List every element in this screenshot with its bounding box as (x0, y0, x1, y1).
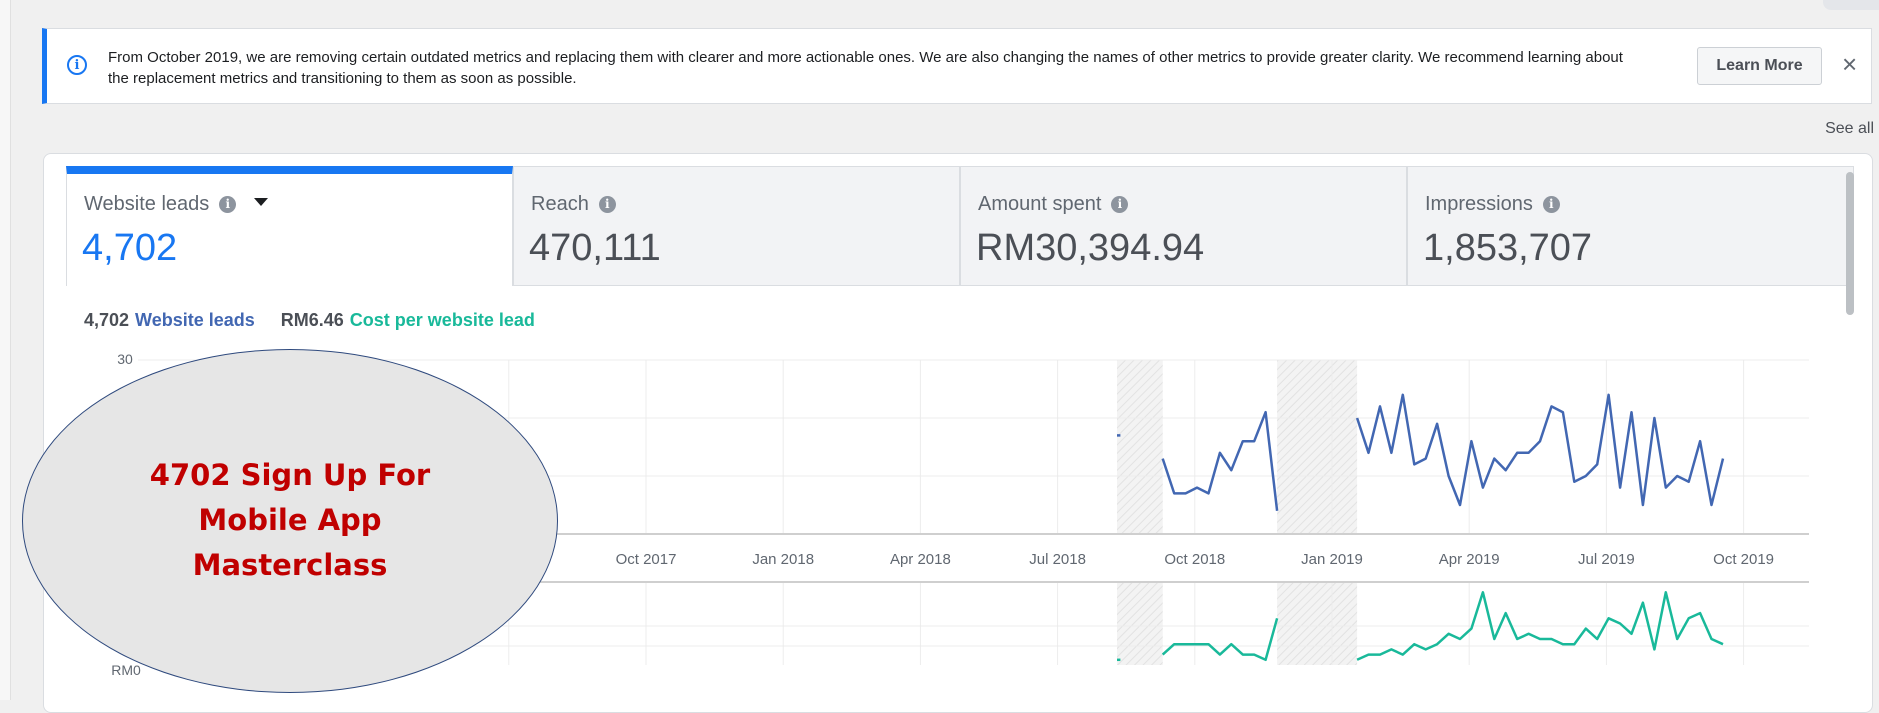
callout-text: 4702 Sign Up For Mobile App Masterclass (23, 453, 557, 588)
shaded-range-bottom (1117, 583, 1163, 665)
x-tick-label: Apr 2018 (890, 551, 951, 568)
x-tick-label: Oct 2019 (1713, 551, 1774, 568)
leads-series-line (1355, 393, 1725, 507)
x-tick-label: Jan 2018 (752, 551, 814, 568)
y-tick-label: 30 (117, 351, 133, 367)
cost-series-line (1161, 617, 1279, 662)
x-tick-label: Jul 2018 (1029, 551, 1086, 568)
callout-ellipse: 4702 Sign Up For Mobile App Masterclass (22, 349, 558, 693)
shaded-range-top (1277, 360, 1358, 534)
x-tick-label: Jan 2019 (1301, 551, 1363, 568)
leads-series-line (1161, 410, 1279, 511)
callout-line: Masterclass (192, 548, 388, 582)
y-tick-label: RM0 (111, 662, 141, 678)
x-tick-label: Oct 2017 (616, 551, 677, 568)
shaded-range-top (1117, 360, 1163, 534)
x-tick-label: Jul 2019 (1578, 551, 1635, 568)
x-tick-label: Apr 2019 (1439, 551, 1500, 568)
shaded-range-bottom (1277, 583, 1358, 665)
callout-line: Mobile App (198, 503, 382, 537)
callout-line: 4702 Sign Up For (149, 458, 431, 492)
x-tick-label: Oct 2018 (1164, 551, 1225, 568)
